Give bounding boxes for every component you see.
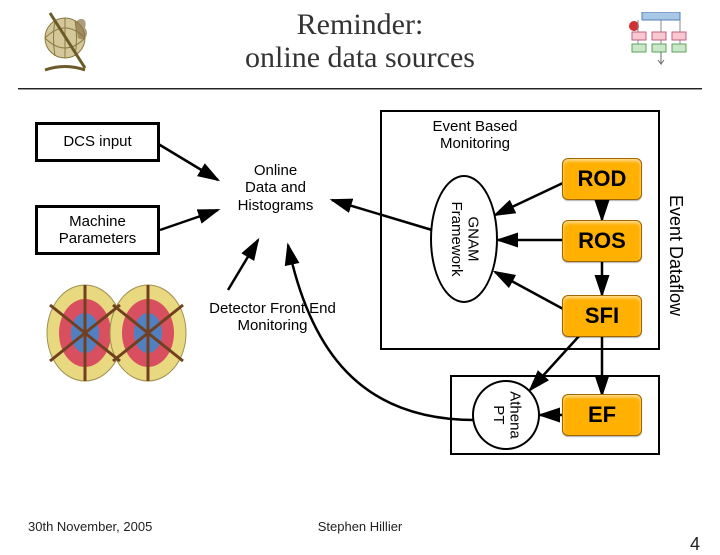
athena-oval: AthenaPT (472, 380, 540, 450)
rod-stage: ROD (562, 158, 642, 200)
diagram-content: DCS input MachineParameters OnlineData a… (0, 100, 720, 512)
online-data-label: OnlineData andHistograms (218, 162, 333, 214)
globe-icon (30, 8, 100, 78)
footer: 30th November, 2005 Stephen Hillier 4 (0, 519, 720, 534)
title: Reminder:online data sources (20, 8, 700, 74)
header: Reminder:online data sources (0, 0, 720, 74)
detector-fe-label: Detector Front EndMonitoring (190, 300, 355, 335)
machine-params-box: MachineParameters (35, 205, 160, 255)
header-rule (18, 88, 702, 89)
mini-diagram-icon (622, 12, 700, 70)
event-dataflow-label: Event Dataflow (665, 195, 686, 316)
detector-image (30, 275, 205, 390)
footer-page: 4 (690, 534, 700, 555)
sfi-stage: SFI (562, 295, 642, 337)
footer-date: 30th November, 2005 (28, 519, 152, 534)
ros-stage: ROS (562, 220, 642, 262)
ef-stage: EF (562, 394, 642, 436)
gnam-oval: GNAMFramework (430, 175, 498, 303)
dcs-input-box: DCS input (35, 122, 160, 162)
event-monitoring-label: Event BasedMonitoring (410, 118, 540, 153)
gnam-label: GNAMFramework (448, 201, 481, 276)
athena-label: AthenaPT (490, 391, 523, 439)
